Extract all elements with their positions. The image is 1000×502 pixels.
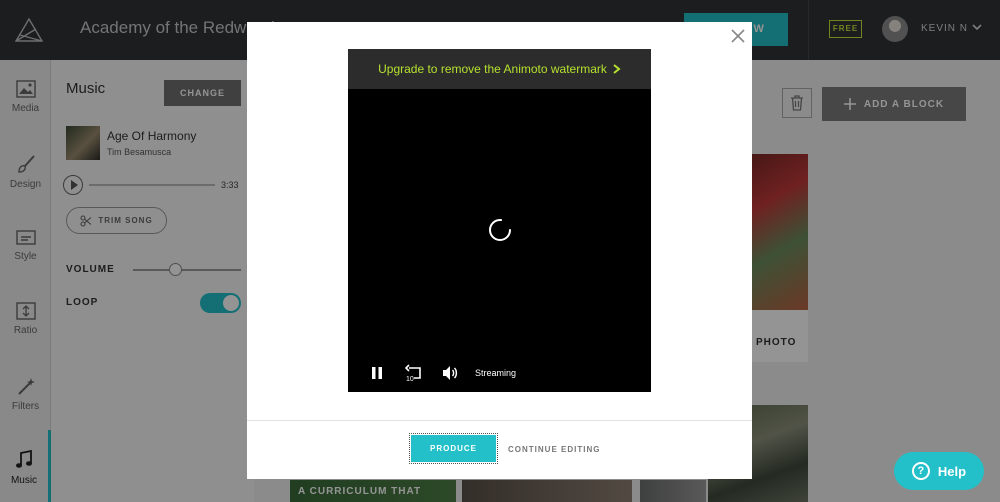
question-icon: ? bbox=[911, 462, 930, 480]
close-icon[interactable] bbox=[730, 28, 746, 44]
rewind-10-icon[interactable]: 10 bbox=[404, 363, 424, 383]
preview-modal: Upgrade to remove the Animoto watermark … bbox=[247, 22, 752, 479]
watermark-upgrade-text: Upgrade to remove the Animoto watermark bbox=[378, 62, 607, 76]
pause-icon[interactable] bbox=[370, 365, 384, 381]
chevron-right-icon bbox=[613, 64, 621, 74]
help-label: Help bbox=[937, 463, 967, 479]
produce-button[interactable]: PRODUCE bbox=[409, 433, 498, 464]
loading-spinner-icon bbox=[489, 219, 511, 241]
video-player[interactable]: Upgrade to remove the Animoto watermark … bbox=[348, 49, 651, 392]
watermark-upgrade-banner[interactable]: Upgrade to remove the Animoto watermark bbox=[348, 49, 651, 89]
volume-icon[interactable] bbox=[441, 364, 459, 382]
streaming-status: Streaming bbox=[475, 368, 517, 378]
help-button[interactable]: ? Help bbox=[894, 452, 984, 490]
rewind-seconds: 10 bbox=[406, 376, 414, 383]
continue-editing-button[interactable]: CONTINUE EDITING bbox=[508, 445, 600, 454]
modal-footer-divider bbox=[247, 420, 752, 421]
